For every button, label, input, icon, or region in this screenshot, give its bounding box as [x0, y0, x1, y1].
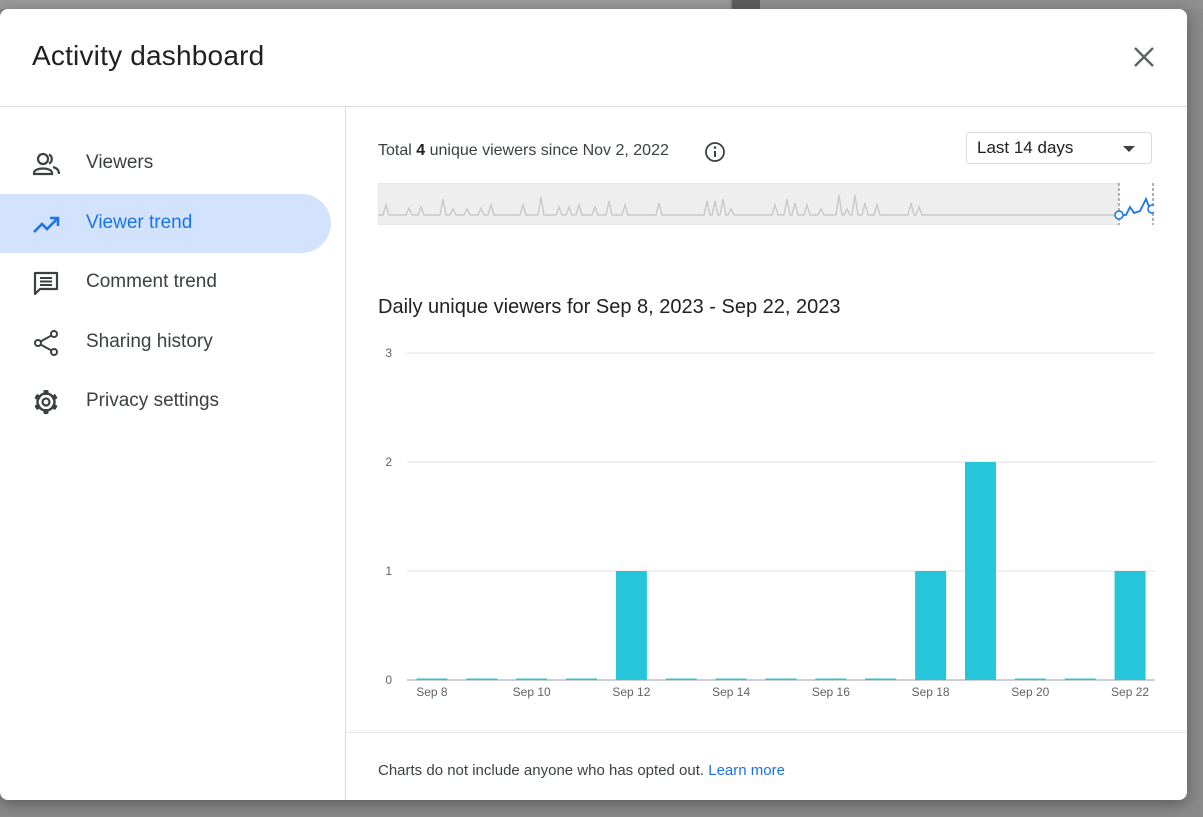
- date-range-value: Last 14 days: [977, 138, 1074, 157]
- trending-up-icon: [33, 216, 60, 233]
- summary-prefix: Total: [378, 142, 412, 159]
- dialog-title: Activity dashboard: [32, 40, 265, 71]
- bar-sep-16[interactable]: [815, 678, 847, 681]
- people-icon: [32, 152, 60, 176]
- dialog-footer: Charts do not include anyone who has opt…: [346, 732, 1187, 800]
- bar-sep-15[interactable]: [765, 678, 797, 681]
- daily-viewers-bar-chart: 0 1 2 3 Sep 8 Sep 10 Sep 12 Sep 14 Sep 16 Sep 18 S…: [385, 346, 1155, 699]
- chart-title: Daily unique viewers for Sep 8, 2023 - S…: [378, 296, 841, 318]
- viewer-summary: Total 4 unique viewers since Nov 2, 2022: [378, 142, 669, 160]
- x-tick-label: Sep 20: [1011, 685, 1049, 699]
- learn-more-link[interactable]: Learn more: [708, 762, 785, 779]
- sidebar-item-viewer-trend[interactable]: Viewer trend: [0, 194, 331, 253]
- bar-sep-8[interactable]: [416, 678, 448, 681]
- summary-suffix: unique viewers since Nov 2, 2022: [429, 142, 669, 159]
- bar-sep-11[interactable]: [566, 678, 598, 681]
- sidebar-item-label: Viewer trend: [86, 212, 193, 233]
- sidebar-item-label: Viewers: [86, 152, 154, 173]
- bar-sep-17[interactable]: [865, 678, 897, 681]
- close-button[interactable]: [1124, 37, 1164, 77]
- bar-sep-10[interactable]: [516, 678, 548, 681]
- sidebar-item-sharing-history[interactable]: Sharing history: [0, 313, 331, 372]
- bar-sep-18[interactable]: [915, 571, 947, 680]
- footer-note: Charts do not include anyone who has opt…: [378, 762, 785, 779]
- date-range-select[interactable]: Last 14 days: [966, 132, 1152, 164]
- info-icon: [705, 142, 725, 162]
- bar-sep-19[interactable]: [964, 462, 996, 680]
- x-tick-label: Sep 14: [712, 685, 750, 699]
- sidebar-item-privacy-settings[interactable]: Privacy settings: [0, 372, 331, 431]
- y-tick-label: 3: [385, 346, 392, 360]
- bar-sep-14[interactable]: [715, 678, 747, 681]
- sidebar-item-viewers[interactable]: Viewers: [0, 134, 331, 193]
- bar-sep-20[interactable]: [1014, 678, 1046, 681]
- bar-sep-13[interactable]: [665, 678, 697, 681]
- comment-icon: [33, 271, 59, 296]
- share-icon: [34, 330, 58, 356]
- x-tick-label: Sep 8: [416, 685, 448, 699]
- activity-dashboard-dialog: Activity dashboard Viewers Viewer trend: [0, 9, 1187, 800]
- bar-sep-21[interactable]: [1064, 678, 1096, 681]
- close-icon: [1134, 47, 1154, 67]
- sidebar-nav: Viewers Viewer trend Comment trend Shari…: [0, 107, 346, 800]
- background-strip-dark: [732, 0, 760, 9]
- y-tick-label: 1: [385, 564, 392, 578]
- y-tick-label: 0: [385, 673, 392, 687]
- sidebar-item-label: Sharing history: [86, 331, 213, 352]
- gear-icon: [34, 390, 58, 414]
- x-tick-label: Sep 12: [612, 685, 650, 699]
- x-tick-label: Sep 10: [513, 685, 551, 699]
- sidebar-item-label: Comment trend: [86, 271, 217, 292]
- x-tick-label: Sep 16: [812, 685, 850, 699]
- x-tick-label: Sep 22: [1111, 685, 1149, 699]
- dialog-header: Activity dashboard: [0, 9, 1187, 107]
- summary-count: 4: [416, 142, 426, 159]
- sidebar-item-comment-trend[interactable]: Comment trend: [0, 253, 331, 312]
- opt-out-note: Charts do not include anyone who has opt…: [378, 762, 705, 779]
- info-button[interactable]: [704, 141, 726, 163]
- viewer-trend-panel: Total 4 unique viewers since Nov 2, 2022…: [346, 107, 1187, 800]
- bar-sep-9[interactable]: [466, 678, 498, 681]
- chevron-down-icon: [1123, 146, 1135, 152]
- background-strip: [0, 0, 730, 9]
- bar-sep-22[interactable]: [1114, 571, 1146, 680]
- timeline-overview[interactable]: [378, 183, 1154, 225]
- x-tick-label: Sep 18: [912, 685, 950, 699]
- bar-sep-12[interactable]: [615, 571, 647, 680]
- y-tick-label: 2: [385, 455, 392, 469]
- background-strip-right: [760, 0, 1203, 9]
- sidebar-item-label: Privacy settings: [86, 390, 220, 411]
